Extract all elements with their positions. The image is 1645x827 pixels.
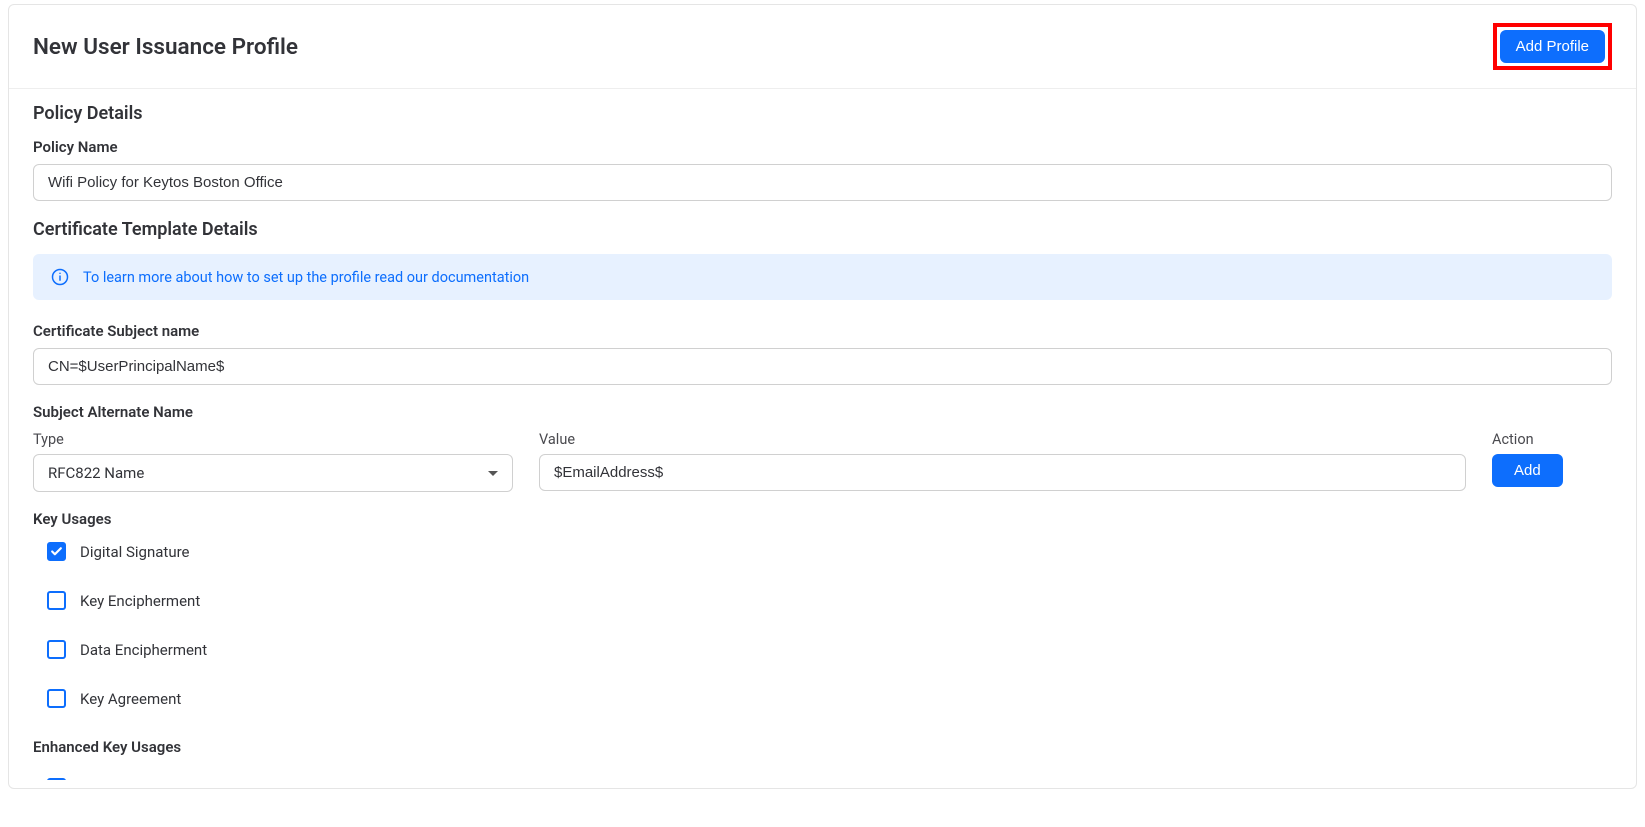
- enhanced-key-usages-list: Any: [33, 764, 1612, 780]
- key-usage-item: Digital Signature: [47, 542, 1612, 561]
- checkbox-label: Digital Signature: [80, 543, 190, 561]
- template-details-title: Certificate Template Details: [33, 219, 1612, 240]
- card-header: New User Issuance Profile Add Profile: [9, 5, 1636, 89]
- san-value-col: Value: [539, 431, 1466, 491]
- san-label: Subject Alternate Name: [33, 403, 1612, 421]
- san-type-select[interactable]: RFC822 Name: [33, 454, 513, 492]
- policy-name-input[interactable]: [33, 164, 1612, 201]
- checkbox-label: Key Encipherment: [80, 592, 200, 610]
- page-title: New User Issuance Profile: [33, 34, 298, 60]
- san-type-label: Type: [33, 431, 513, 448]
- card-body: Policy Details Policy Name Certificate T…: [9, 89, 1636, 788]
- san-value-input[interactable]: [539, 454, 1466, 491]
- subject-name-label: Certificate Subject name: [33, 322, 1612, 340]
- subject-name-input[interactable]: [33, 348, 1612, 385]
- enhanced-key-usage-item: Any: [47, 778, 1612, 780]
- policy-name-label: Policy Name: [33, 138, 1612, 156]
- add-profile-highlight: Add Profile: [1493, 23, 1612, 70]
- checkbox-label: Key Agreement: [80, 690, 181, 708]
- checkbox-digital-signature[interactable]: [47, 542, 66, 561]
- san-row: Type RFC822 Name Value Action Add: [33, 431, 1612, 492]
- checkbox-label: Data Encipherment: [80, 641, 207, 659]
- key-usages-label: Key Usages: [33, 510, 1612, 528]
- key-usages-list: Digital Signature Key Encipherment Data …: [33, 542, 1612, 708]
- san-action-label: Action: [1492, 431, 1612, 448]
- san-value-label: Value: [539, 431, 1466, 448]
- san-type-value: RFC822 Name: [48, 464, 144, 482]
- key-usage-item: Key Agreement: [47, 689, 1612, 708]
- info-banner: To learn more about how to set up the pr…: [33, 254, 1612, 300]
- san-type-col: Type RFC822 Name: [33, 431, 513, 492]
- checkbox-label: Any: [80, 779, 105, 781]
- chevron-down-icon: [488, 471, 498, 476]
- key-usage-item: Data Encipherment: [47, 640, 1612, 659]
- subject-name-group: Certificate Subject name: [33, 322, 1612, 385]
- checkbox-data-encipherment[interactable]: [47, 640, 66, 659]
- profile-card: New User Issuance Profile Add Profile Po…: [8, 4, 1637, 789]
- san-action-col: Action Add: [1492, 431, 1612, 487]
- add-profile-button[interactable]: Add Profile: [1500, 30, 1605, 63]
- policy-name-group: Policy Name: [33, 138, 1612, 201]
- info-icon: [51, 268, 69, 286]
- checkbox-key-agreement[interactable]: [47, 689, 66, 708]
- key-usage-item: Key Encipherment: [47, 591, 1612, 610]
- policy-details-title: Policy Details: [33, 103, 1612, 124]
- info-documentation-link[interactable]: To learn more about how to set up the pr…: [83, 269, 529, 286]
- checkbox-key-encipherment[interactable]: [47, 591, 66, 610]
- enhanced-key-usages-label: Enhanced Key Usages: [33, 738, 1612, 756]
- san-add-button[interactable]: Add: [1492, 454, 1563, 487]
- checkbox-any[interactable]: [47, 778, 66, 780]
